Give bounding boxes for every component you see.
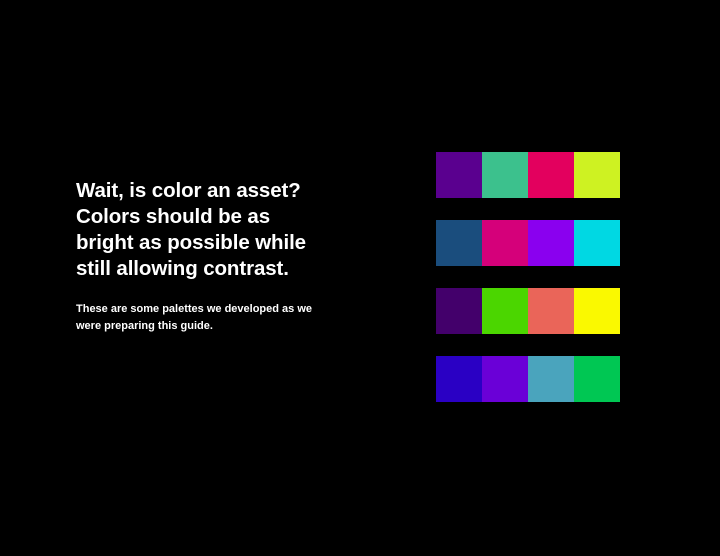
headline-line: still allowing contrast.: [76, 257, 289, 280]
palette-row-4: [436, 356, 620, 402]
palette-row-3: [436, 288, 620, 334]
palette-row-1: [436, 152, 620, 198]
color-swatch: [436, 288, 482, 334]
color-swatch: [436, 152, 482, 198]
color-swatch: [436, 220, 482, 266]
color-swatch: [574, 152, 620, 198]
color-swatch: [528, 288, 574, 334]
color-swatch: [482, 288, 528, 334]
headline-line: Colors should be as: [76, 205, 271, 228]
color-swatch: [528, 356, 574, 402]
color-swatch: [482, 220, 528, 266]
slide: Wait, is color an asset? Colors should b…: [0, 0, 720, 556]
color-swatch: [574, 356, 620, 402]
subtext: These are some palettes we developed as …: [76, 301, 376, 335]
color-swatch: [528, 152, 574, 198]
color-swatch: [482, 152, 528, 198]
color-swatch: [482, 356, 528, 402]
headline-line: bright as possible while: [76, 231, 306, 254]
palette-list: [436, 152, 620, 402]
color-swatch: [436, 356, 482, 402]
headline-line: Wait, is color an asset?: [76, 179, 301, 202]
subtext-line: were preparing this guide.: [76, 320, 213, 332]
color-swatch: [574, 288, 620, 334]
text-block: Wait, is color an asset? Colors should b…: [76, 178, 376, 335]
color-swatch: [528, 220, 574, 266]
subtext-line: These are some palettes we developed as …: [76, 303, 312, 315]
palette-row-2: [436, 220, 620, 266]
color-swatch: [574, 220, 620, 266]
headline: Wait, is color an asset? Colors should b…: [76, 178, 376, 282]
